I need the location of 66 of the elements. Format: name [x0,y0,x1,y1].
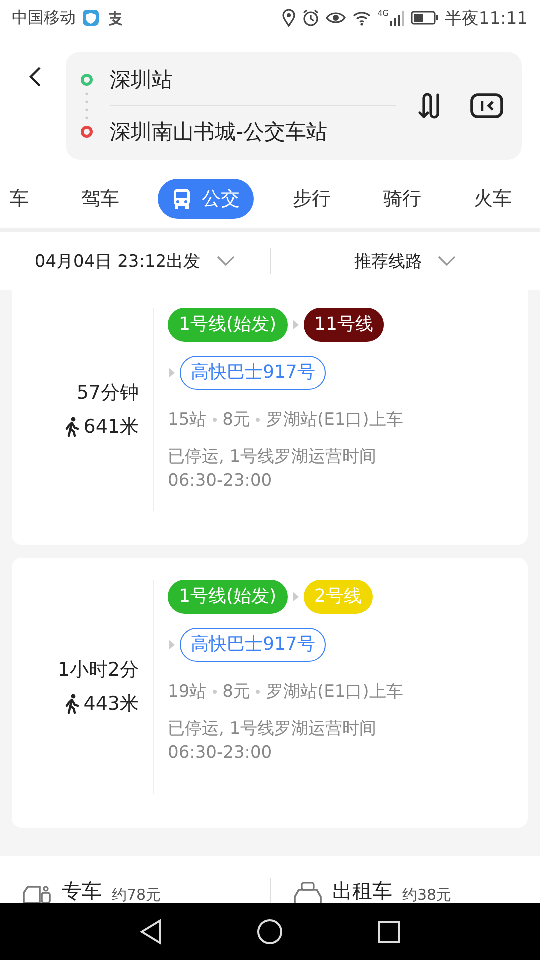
more-icon[interactable] [470,93,504,119]
carrier-name: 中国移动 [12,8,76,28]
line-tag: 高快巴士917号 [180,356,326,390]
line-tag: 2号线 [304,580,373,614]
dot-icon [254,688,262,696]
service-notice: 已停运, 1号线罗湖运营时间 06:30-23:00 [168,446,378,493]
battery-icon [411,11,439,25]
transport-tab[interactable]: 公交 [158,179,254,219]
walking-icon [64,416,80,436]
app-icon [106,9,124,27]
ride-type[interactable]: 专车 [62,878,102,903]
signal-icon [389,10,405,26]
route-info: 15站 [168,409,207,431]
arrow-icon [292,591,300,603]
bus-icon [172,188,192,210]
eye-icon [326,10,346,26]
start-field[interactable]: 深圳站 [110,54,396,106]
filter-dropdown[interactable]: 推荐线路 [270,250,540,272]
line-tag: 1号线(始发) [168,308,288,342]
filter-dropdown[interactable]: 04月04日 23:12出发 [0,250,270,272]
destination-field[interactable]: 深圳南山书城-公交车站 [110,106,396,158]
back-nav-icon[interactable] [139,918,163,944]
wifi-icon [352,10,372,26]
back-icon[interactable] [28,66,42,88]
line-tag: 1号线(始发) [168,580,288,614]
dot-icon [210,688,219,696]
route-info: 8元 [222,409,250,431]
status-time: 半夜11:11 [445,8,528,30]
transport-tab[interactable]: 驾车 [68,179,134,219]
route-info: 罗湖站(E1口)上车 [266,409,404,431]
line-tag: 11号线 [304,308,384,342]
route-duration: 57分钟 [76,380,139,406]
route-duration: 1小时2分 [58,658,139,683]
arrow-icon [292,319,300,331]
route-info: 8元 [222,681,250,703]
walk-distance: 641米 [84,414,139,440]
walking-icon [64,694,80,714]
arrow-icon [168,367,176,379]
end-dot-icon [80,125,94,139]
chevron-down-icon [216,256,235,266]
route-info: 罗湖站(E1口)上车 [266,681,404,703]
route-info: 19站 [168,681,207,703]
dot-icon [210,416,219,424]
transport-tab[interactable]: 车 [6,179,43,219]
home-nav-icon[interactable] [257,918,283,944]
alarm-icon [302,9,320,27]
taxi-icon [292,879,322,903]
location-icon [282,9,296,27]
service-notice: 已停运, 1号线罗湖运营时间 06:30-23:00 [168,718,378,765]
recents-nav-icon[interactable] [377,920,401,944]
arrow-icon [168,639,176,651]
ride-price: 约38元 [402,886,452,903]
ride-type[interactable]: 出租车 [332,878,392,903]
transport-tab[interactable]: 骑行 [369,179,436,219]
ride-price: 约78元 [112,886,162,903]
start-dot-icon [80,73,94,87]
shield-icon [82,9,100,27]
transport-tab[interactable]: 火车 [460,179,526,219]
transport-tab[interactable]: 步行 [278,179,345,219]
route-card[interactable]: 1小时2分 443米 1号线(始发) 2号线 高快巴士917号 19站 8元 罗湖站(E1口)上车 已停运, 1号线罗湖运营时间 06:30-23:00 [12,558,528,828]
network-type: 4G [378,10,389,18]
chevron-down-icon [438,256,456,266]
line-tag: 高快巴士917号 [180,628,326,662]
dot-icon [254,416,262,424]
route-card[interactable]: 57分钟 641米 1号线(始发) 11号线 高快巴士917号 15站 8元 罗湖站(E1口)上车 已停运, 1号线罗湖运营时间 06:30-23:00 [12,290,528,545]
walk-distance: 443米 [84,692,139,717]
